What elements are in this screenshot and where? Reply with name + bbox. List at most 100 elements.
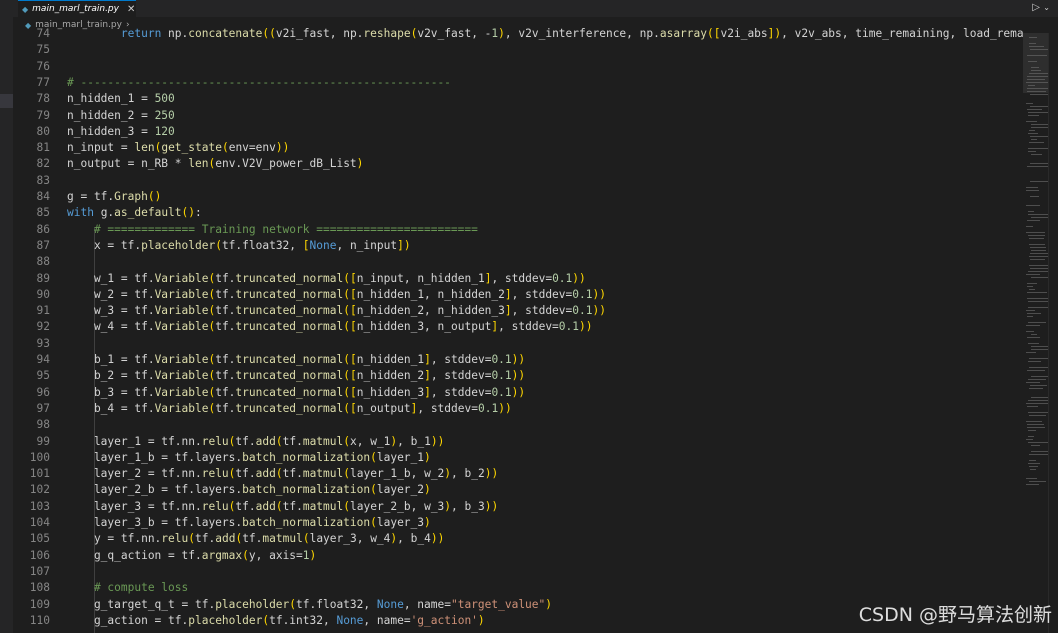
code-line[interactable]: 93	[13, 336, 1023, 352]
minimap-line	[1028, 133, 1038, 135]
code-line[interactable]: 78 n_hidden_1 = 500	[13, 91, 1023, 107]
close-icon[interactable]: ✕	[127, 4, 135, 15]
minimap-line	[1028, 85, 1035, 87]
code-line[interactable]: 85 with g.as_default():	[13, 205, 1023, 221]
code-line[interactable]: 74 return np.concatenate((v2i_fast, np.r…	[13, 27, 1023, 42]
code-line[interactable]: 97 b_4 = tf.Variable(tf.truncated_normal…	[13, 401, 1023, 417]
code-line[interactable]: 99 layer_1 = tf.nn.relu(tf.add(tf.matmul…	[13, 434, 1023, 450]
code-line[interactable]: 87 x = tf.placeholder(tf.float32, [None,…	[13, 238, 1023, 254]
code-line[interactable]: 94 b_1 = tf.Variable(tf.truncated_normal…	[13, 352, 1023, 368]
minimap-line	[1029, 238, 1044, 240]
code-line[interactable]: 81 n_input = len(get_state(env=env))	[13, 140, 1023, 156]
line-code: n_hidden_3 = 120	[67, 124, 175, 138]
code-line[interactable]: 89 w_1 = tf.Variable(tf.truncated_normal…	[13, 271, 1023, 287]
minimap-line	[1027, 79, 1045, 81]
line-number: 95	[36, 369, 50, 383]
minimap-line	[1029, 460, 1036, 462]
minimap-line	[1029, 388, 1043, 390]
run-icon[interactable]: ▷	[1032, 2, 1040, 13]
line-number: 110	[29, 613, 50, 627]
code-editor[interactable]: 74 return np.concatenate((v2i_fast, np.r…	[13, 27, 1023, 633]
code-line[interactable]: 76	[13, 59, 1023, 75]
code-line[interactable]: 79 n_hidden_2 = 250	[13, 108, 1023, 124]
minimap-line	[1030, 163, 1050, 165]
line-code: layer_3 = tf.nn.relu(tf.add(tf.matmul(la…	[67, 499, 499, 513]
minimap-line	[1027, 316, 1033, 318]
line-number: 100	[29, 450, 50, 464]
minimap-line	[1029, 466, 1038, 468]
minimap-line	[1029, 73, 1049, 75]
code-line[interactable]: 88	[13, 254, 1023, 270]
code-line[interactable]: 83	[13, 173, 1023, 189]
minimap-line	[1030, 247, 1046, 249]
line-code: g_q_action = tf.argmax(y, axis=1)	[67, 548, 317, 562]
line-code: b_2 = tf.Variable(tf.truncated_normal([n…	[67, 369, 526, 383]
line-number: 99	[36, 434, 50, 448]
code-line[interactable]: 90 w_2 = tf.Variable(tf.truncated_normal…	[13, 287, 1023, 303]
minimap-line	[1026, 310, 1035, 312]
vertical-scrollbar[interactable]	[1048, 33, 1058, 633]
line-code: layer_1 = tf.nn.relu(tf.add(tf.matmul(x,…	[67, 434, 445, 448]
code-line[interactable]: 96 b_3 = tf.Variable(tf.truncated_normal…	[13, 385, 1023, 401]
minimap-line	[1029, 142, 1044, 144]
line-code: w_2 = tf.Variable(tf.truncated_normal([n…	[67, 287, 606, 301]
minimap-line	[1031, 70, 1041, 72]
minimap-line	[1030, 259, 1045, 261]
minimap-line	[1026, 352, 1036, 354]
minimap-line	[1029, 130, 1035, 132]
line-number: 102	[29, 483, 50, 497]
code-line[interactable]: 82 n_output = n_RB * len(env.V2V_power_dB…	[13, 156, 1023, 172]
code-line[interactable]: 105 y = tf.nn.relu(tf.add(tf.matmul(laye…	[13, 531, 1023, 547]
minimap-line	[1027, 292, 1047, 294]
code-line[interactable]: 98	[13, 417, 1023, 433]
line-number: 88	[36, 255, 50, 269]
minimap-line	[1026, 121, 1037, 123]
chevron-down-icon[interactable]: ⌄	[1043, 3, 1050, 12]
code-line[interactable]: 75	[13, 42, 1023, 58]
line-number: 82	[36, 157, 50, 171]
line-code: layer_2_b = tf.layers.batch_normalizatio…	[67, 483, 431, 497]
code-line[interactable]: 107	[13, 564, 1023, 580]
activity-marker	[0, 94, 13, 108]
line-number: 91	[36, 304, 50, 318]
line-code: g_action = tf.placeholder(tf.int32, None…	[67, 613, 485, 627]
code-line[interactable]: 104 layer_3_b = tf.layers.batch_normaliz…	[13, 515, 1023, 531]
line-number: 104	[29, 516, 50, 529]
minimap-line	[1028, 235, 1045, 237]
minimap-line	[1030, 94, 1050, 96]
line-number: 78	[36, 92, 50, 106]
minimap-line	[1027, 313, 1041, 315]
code-line[interactable]: 77 # ------------------------------------…	[13, 75, 1023, 91]
code-line[interactable]: 86 # ============= Training network ====…	[13, 222, 1023, 238]
minimap-line	[1026, 439, 1033, 441]
line-number: 89	[36, 271, 50, 285]
minimap-line	[1027, 283, 1037, 285]
code-line[interactable]: 84 g = tf.Graph()	[13, 189, 1023, 205]
minimap-line	[1026, 478, 1037, 480]
code-line[interactable]: 92 w_4 = tf.Variable(tf.truncated_normal…	[13, 319, 1023, 335]
line-code: g_target_q_t = tf.placeholder(tf.float32…	[67, 597, 553, 611]
minimap-line	[1026, 421, 1042, 423]
line-number: 105	[29, 532, 50, 546]
line-code: # ============= Training network =======…	[93, 222, 478, 236]
minimap-line	[1030, 106, 1050, 108]
line-code: n_input = len(get_state(env=env))	[67, 141, 290, 155]
code-line[interactable]: 106 g_q_action = tf.argmax(y, axis=1)	[13, 548, 1023, 564]
code-line[interactable]: 108 # compute loss	[13, 580, 1023, 596]
line-code: w_1 = tf.Variable(tf.truncated_normal([n…	[67, 271, 586, 285]
code-line[interactable]: 91 w_3 = tf.Variable(tf.truncated_normal…	[13, 303, 1023, 319]
minimap-line	[1026, 190, 1039, 192]
code-line[interactable]: 80 n_hidden_3 = 120	[13, 124, 1023, 140]
line-number: 107	[29, 564, 50, 578]
code-line[interactable]: 101 layer_2 = tf.nn.relu(tf.add(tf.matmu…	[13, 466, 1023, 482]
code-line[interactable]: 103 layer_3 = tf.nn.relu(tf.add(tf.matmu…	[13, 499, 1023, 515]
minimap-line	[1031, 250, 1046, 252]
code-line[interactable]: 100 layer_1_b = tf.layers.batch_normaliz…	[13, 450, 1023, 466]
minimap-line	[1026, 232, 1045, 234]
code-line[interactable]: 95 b_2 = tf.Variable(tf.truncated_normal…	[13, 368, 1023, 384]
minimap-line	[1028, 379, 1046, 381]
line-code: n_hidden_2 = 250	[67, 108, 175, 122]
minimap-line	[1026, 82, 1049, 84]
code-line[interactable]: 102 layer_2_b = tf.layers.batch_normaliz…	[13, 482, 1023, 498]
tab-main-marl-train[interactable]: ◆ main_marl_train.py ✕	[18, 0, 136, 17]
